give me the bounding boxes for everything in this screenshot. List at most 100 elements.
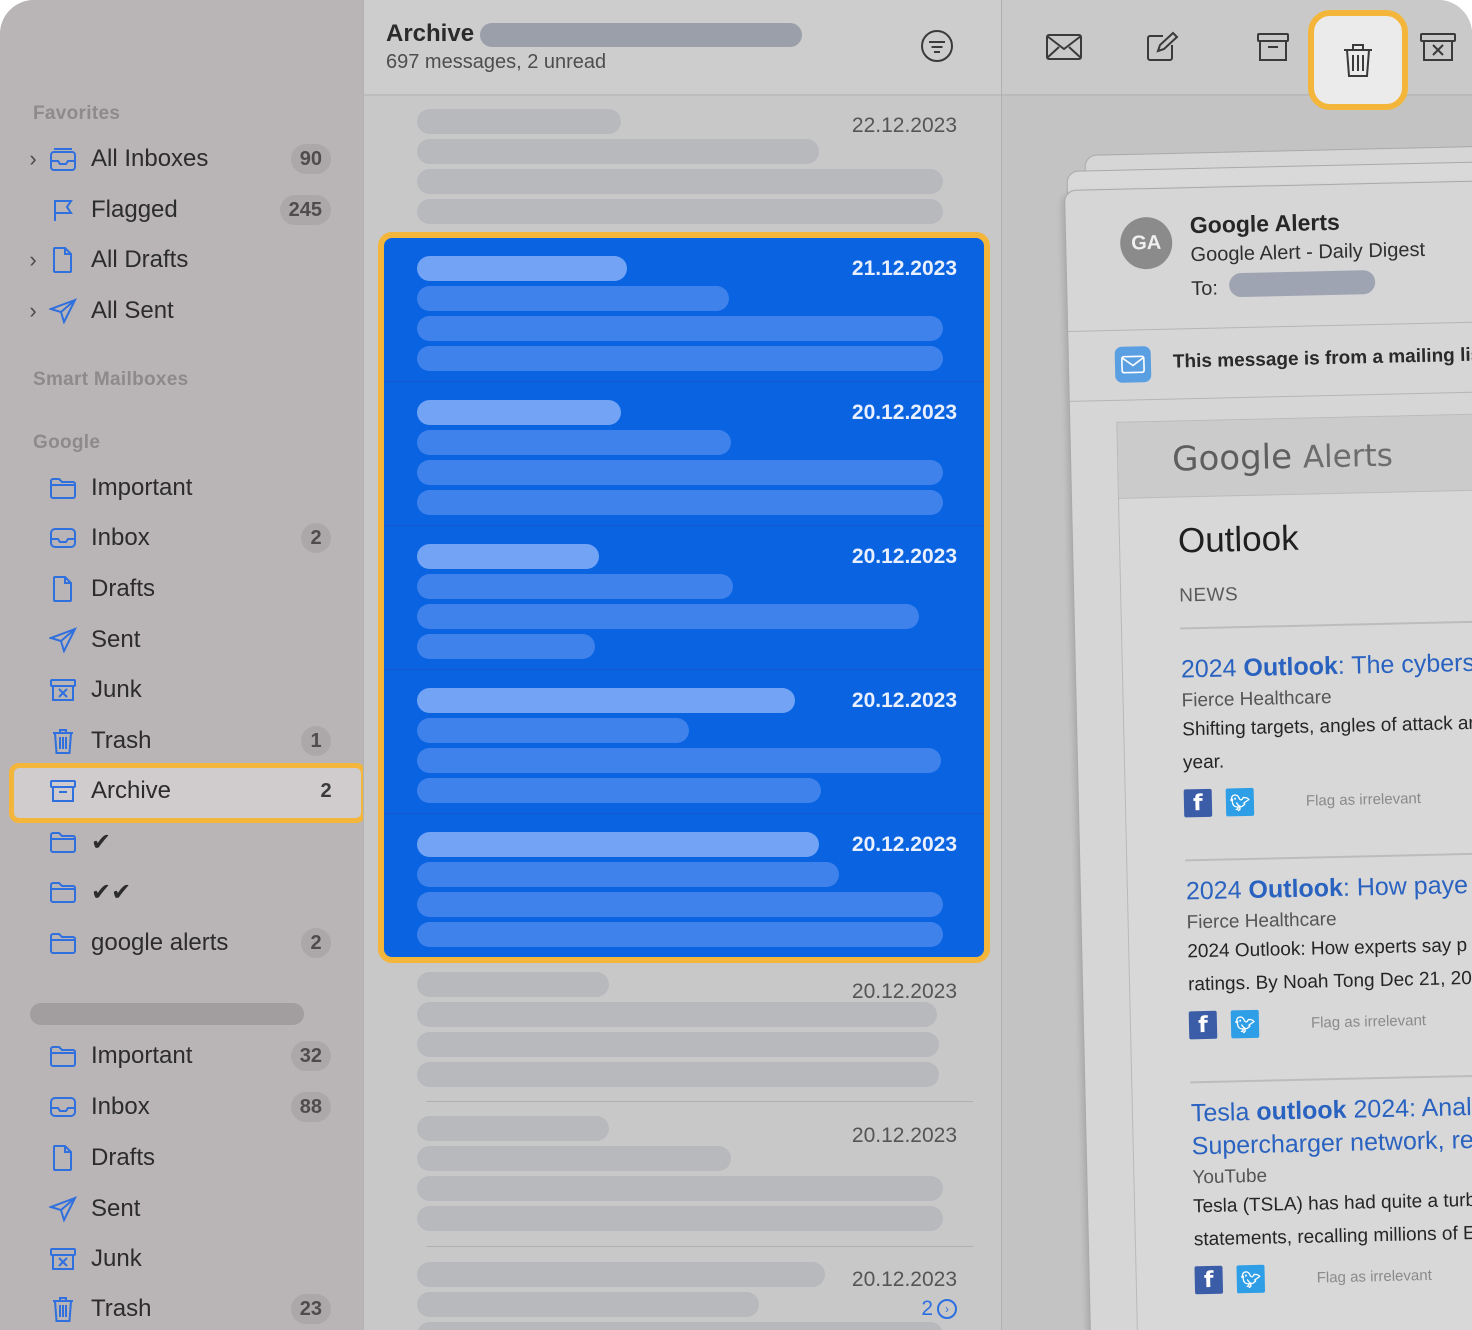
unread-count-badge: 23 <box>290 1294 331 1324</box>
message-row-selected[interactable]: 20.12.2023 <box>384 382 984 526</box>
sidebar-item-flagged[interactable]: Flagged 245 <box>0 185 363 235</box>
document-icon <box>48 574 78 604</box>
sidebar-item-inbox[interactable]: Inbox 2 <box>0 513 363 563</box>
sidebar-item-label: Sent <box>91 626 141 653</box>
facebook-icon[interactable]: f <box>1188 1010 1218 1040</box>
message-count: 697 messages, 2 unread <box>386 51 607 73</box>
twitter-icon[interactable]: 🐦︎ <box>1230 1009 1260 1039</box>
article-snippet: Shifting targets, angles of attack ar <box>1182 712 1472 741</box>
message-row[interactable]: 22.12.2023 <box>364 96 1002 240</box>
sidebar-item-sent[interactable]: Sent <box>0 1184 363 1234</box>
redacted-preview <box>417 169 943 194</box>
message-row-selected[interactable]: 21.12.2023 <box>384 238 984 382</box>
sidebar-item-label: ✔ <box>91 828 112 856</box>
trash-icon[interactable] <box>1342 42 1374 78</box>
sidebar-item-all-sent[interactable]: › All Sent <box>0 286 363 336</box>
message-row-selected[interactable]: 20.12.2023 <box>384 814 984 957</box>
message-row[interactable]: 20.12.2023 2 › <box>364 1247 1002 1330</box>
redacted-preview <box>417 778 821 803</box>
redacted-preview <box>417 1176 943 1201</box>
folder-icon <box>48 928 78 958</box>
flag-irrelevant-link[interactable]: Flag as irrelevant <box>1306 790 1421 810</box>
envelope-icon[interactable] <box>1044 27 1084 67</box>
compose-icon[interactable] <box>1142 27 1182 67</box>
mailing-list-notice: This message is from a mailing list <box>1172 344 1472 373</box>
chevron-right-icon[interactable]: › <box>26 249 40 271</box>
google-account-header[interactable]: Google <box>33 432 100 454</box>
redacted-subject <box>417 574 733 599</box>
redacted-preview <box>417 1322 943 1330</box>
flag-irrelevant-link[interactable]: Flag as irrelevant <box>1317 1266 1432 1286</box>
sidebar-item-sent[interactable]: Sent <box>0 615 363 665</box>
message-date: 21.12.2023 <box>851 257 957 280</box>
sidebar-item-double-check[interactable]: ✔✔ <box>0 867 363 917</box>
message-row-selected[interactable]: 20.12.2023 <box>384 670 984 814</box>
sidebar-item-junk[interactable]: Junk <box>0 665 363 715</box>
facebook-icon[interactable]: f <box>1183 788 1213 818</box>
sidebar-item-important[interactable]: Important 32 <box>0 1031 363 1081</box>
redacted-preview <box>417 892 943 917</box>
sidebar-item-trash[interactable]: Trash 1 <box>0 716 363 766</box>
redacted-sender <box>417 109 621 134</box>
favorites-header: Favorites <box>33 103 121 124</box>
google-alerts-header: Google Alerts <box>1117 413 1472 499</box>
trash-button-highlight[interactable] <box>1308 10 1408 110</box>
facebook-icon[interactable]: f <box>1194 1265 1224 1295</box>
sidebar-item-all-inboxes[interactable]: › All Inboxes 90 <box>0 134 363 184</box>
folder-icon <box>48 473 78 503</box>
sidebar-item-archive[interactable]: Archive 2 <box>0 766 363 816</box>
junk-icon[interactable] <box>1418 27 1458 67</box>
twitter-icon[interactable]: 🐦︎ <box>1236 1264 1266 1294</box>
message-row[interactable]: 20.12.2023 <box>364 958 1002 1102</box>
paperplane-icon <box>48 1194 78 1224</box>
sidebar-item-label: All Sent <box>91 297 174 324</box>
toolbar <box>1002 0 1472 110</box>
redacted-subject <box>417 1146 731 1171</box>
message-list: Archive 697 messages, 2 unread 22.12.202… <box>363 0 1002 1330</box>
chevron-right-circle-icon: › <box>937 1299 957 1319</box>
chevron-right-icon[interactable]: › <box>26 300 40 322</box>
sidebar-item-label: Drafts <box>91 575 156 602</box>
sidebar-item-drafts[interactable]: Drafts <box>0 564 363 614</box>
message-date: 20.12.2023 <box>851 545 957 568</box>
mail-app-icon <box>1114 346 1152 383</box>
share-row: f 🐦︎ Flag as irrelevant <box>1194 1257 1472 1296</box>
redacted-preview <box>417 346 943 371</box>
sidebar-item-all-drafts[interactable]: › All Drafts <box>0 235 363 285</box>
sidebar: Favorites › All Inboxes 90 Flagged 245 ›… <box>0 0 366 1330</box>
document-icon <box>48 1143 78 1173</box>
message-row-selected[interactable]: 20.12.2023 <box>384 526 984 670</box>
thread-count[interactable]: 2 › <box>921 1297 957 1321</box>
chevron-right-icon[interactable]: › <box>26 148 40 170</box>
sidebar-item-trash[interactable]: Trash 23 <box>0 1284 363 1330</box>
sidebar-item-inbox[interactable]: Inbox 88 <box>0 1082 363 1132</box>
sidebar-item-check[interactable]: ✔ <box>0 817 363 867</box>
sidebar-item-junk[interactable]: Junk <box>0 1234 363 1284</box>
article-title-link[interactable]: 2024 Outlook: The cybers <box>1181 645 1472 687</box>
filter-icon[interactable] <box>920 29 954 63</box>
flag-irrelevant-link[interactable]: Flag as irrelevant <box>1311 1012 1426 1032</box>
article-title-link[interactable]: 2024 Outlook: How paye <box>1186 867 1472 909</box>
document-icon <box>48 245 78 275</box>
archive-icon[interactable] <box>1253 27 1293 67</box>
to-label: To: <box>1191 277 1219 301</box>
redacted-account-header[interactable] <box>30 1003 304 1025</box>
sidebar-item-label: Inbox <box>91 1093 150 1120</box>
redacted-subject <box>417 430 731 455</box>
sidebar-item-label: Important <box>91 1042 193 1069</box>
twitter-icon[interactable]: 🐦︎ <box>1225 787 1255 817</box>
sidebar-item-google-alerts[interactable]: google alerts 2 <box>0 918 363 968</box>
smart-mailboxes-header[interactable]: Smart Mailboxes <box>33 369 189 391</box>
message-row[interactable]: 20.12.2023 <box>364 1103 1002 1247</box>
sidebar-item-drafts[interactable]: Drafts <box>0 1133 363 1183</box>
message-date: 20.12.2023 <box>851 401 957 424</box>
sidebar-item-important[interactable]: Important <box>0 463 363 513</box>
sidebar-item-label: All Inboxes <box>91 145 209 172</box>
message-date: 20.12.2023 <box>851 980 957 1003</box>
redacted-sender <box>417 1262 825 1287</box>
divider <box>1069 390 1472 402</box>
sidebar-item-label: Archive <box>91 777 172 804</box>
divider <box>1068 320 1472 332</box>
message-date: 22.12.2023 <box>851 114 957 137</box>
sidebar-item-label: All Drafts <box>91 246 189 273</box>
